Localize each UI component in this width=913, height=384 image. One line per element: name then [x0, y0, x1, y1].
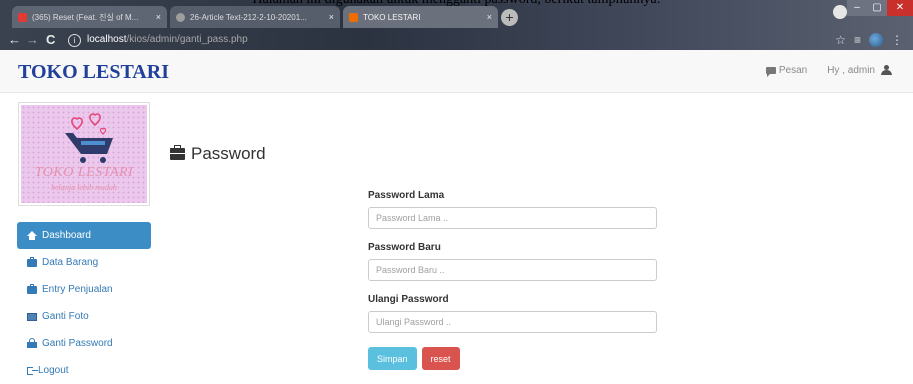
sidebar-menu: Dashboard Data Barang Entry Penjualan Ga… — [17, 222, 151, 384]
sidebar-item-ganti-foto[interactable]: Ganti Foto — [17, 303, 151, 330]
tab-close-icon[interactable]: × — [152, 12, 161, 22]
lock-icon — [27, 338, 37, 348]
home-icon — [27, 231, 37, 240]
briefcase-icon — [170, 145, 185, 160]
change-password-form: Password Lama Password Baru Ulangi Passw… — [368, 190, 657, 370]
youtube-favicon-icon — [18, 12, 27, 22]
window-controls: – ▢ ✕ — [847, 0, 913, 18]
sidebar-item-label: Dashboard — [42, 230, 91, 241]
sidebar-item-ganti-password[interactable]: Ganti Password — [17, 330, 151, 357]
site-navbar: TOKO LESTARI Pesan Hy , admin — [0, 50, 913, 93]
sidebar-item-label: Entry Penjualan — [42, 284, 113, 295]
tab-title: TOKO LESTARI — [363, 12, 421, 22]
old-password-label: Password Lama — [368, 190, 445, 201]
logo-store-name: TOKO LESTARI — [34, 165, 134, 180]
shopping-cart-icon — [65, 133, 113, 163]
page-title-text: Password — [191, 144, 266, 163]
new-password-input[interactable] — [368, 259, 657, 281]
greeting-label: Hy , admin — [827, 65, 875, 76]
sidebar-item-label: Data Barang — [42, 257, 99, 268]
store-logo: TOKO LESTARI belanja lebih mudah — [18, 102, 150, 206]
info-icon[interactable]: i — [68, 33, 81, 47]
window-close-icon[interactable]: ✕ — [887, 0, 913, 16]
navbar-right: Pesan Hy , admin — [765, 65, 892, 77]
logout-icon — [27, 366, 38, 375]
browser-tab-article[interactable]: 26-Article Text-212-2-10-20201... × — [170, 6, 340, 28]
sidebar-item-entry-penjualan[interactable]: Entry Penjualan — [17, 276, 151, 303]
logo-tagline: belanja lebih mudah — [51, 183, 117, 192]
sidebar-item-dashboard[interactable]: Dashboard — [17, 222, 151, 249]
page-title: Password — [170, 144, 266, 164]
back-arrow-icon[interactable]: ← — [8, 32, 21, 48]
briefcase-icon — [27, 283, 37, 294]
toolbar-right: ☆ ≡ ⋮ — [835, 32, 903, 48]
minimize-icon[interactable]: – — [847, 0, 867, 16]
forward-arrow-icon[interactable]: → — [26, 32, 39, 48]
repeat-password-label: Ulangi Password — [368, 294, 449, 305]
user-menu-link[interactable]: Hy , admin — [827, 65, 892, 76]
globe-extension-icon[interactable] — [869, 33, 883, 47]
globe-favicon-icon — [176, 12, 185, 22]
sidebar-item-label: Logout — [38, 365, 69, 376]
profile-avatar[interactable] — [833, 5, 847, 19]
reset-button[interactable]: reset — [421, 347, 460, 370]
tab-close-icon[interactable]: × — [325, 12, 334, 22]
form-actions: Simpan reset — [368, 347, 657, 370]
url-field[interactable]: i localhost /kios/admin/ganti_pass.php — [68, 32, 248, 48]
site-favicon-icon — [349, 12, 358, 22]
url-path: /kios/admin/ganti_pass.php — [126, 34, 248, 45]
maximize-icon[interactable]: ▢ — [867, 0, 887, 16]
browser-tab-toko-lestari[interactable]: TOKO LESTARI × — [343, 6, 498, 28]
brand-logo-text[interactable]: TOKO LESTARI — [18, 61, 169, 84]
address-bar: ← → C i localhost /kios/admin/ganti_pass… — [0, 30, 913, 50]
reload-icon[interactable]: C — [46, 32, 55, 48]
repeat-password-input[interactable] — [368, 311, 657, 333]
logo-image: TOKO LESTARI belanja lebih mudah — [21, 105, 147, 203]
user-icon — [881, 65, 892, 76]
menu-dots-icon[interactable]: ⋮ — [891, 32, 903, 48]
tab-title: (365) Reset (Feat. 진실 of M... — [32, 12, 139, 22]
comment-icon — [765, 67, 776, 77]
messages-link[interactable]: Pesan — [765, 65, 808, 77]
briefcase-icon — [27, 256, 37, 267]
picture-icon — [27, 312, 37, 321]
save-button[interactable]: Simpan — [368, 347, 417, 370]
extensions-icon[interactable]: ≡ — [854, 32, 861, 48]
browser-chrome: Halaman ini digunakan untuk mengganti pa… — [0, 0, 913, 50]
messages-label: Pesan — [778, 65, 808, 76]
sidebar-item-logout[interactable]: Logout — [17, 357, 151, 384]
sidebar-item-label: Ganti Foto — [42, 311, 89, 322]
new-password-label: Password Baru — [368, 242, 441, 253]
old-password-input[interactable] — [368, 207, 657, 229]
new-tab-button[interactable]: + — [501, 9, 518, 26]
tab-close-icon[interactable]: × — [483, 12, 492, 22]
bookmark-star-icon[interactable]: ☆ — [835, 32, 846, 48]
tab-bar: (365) Reset (Feat. 진실 of M... × 26-Artic… — [0, 6, 913, 28]
url-host: localhost — [87, 34, 127, 45]
browser-tab-youtube[interactable]: (365) Reset (Feat. 진실 of M... × — [12, 6, 167, 28]
sidebar-item-label: Ganti Password — [42, 338, 113, 349]
tab-title: 26-Article Text-212-2-10-20201... — [190, 12, 307, 22]
sidebar-item-data-barang[interactable]: Data Barang — [17, 249, 151, 276]
